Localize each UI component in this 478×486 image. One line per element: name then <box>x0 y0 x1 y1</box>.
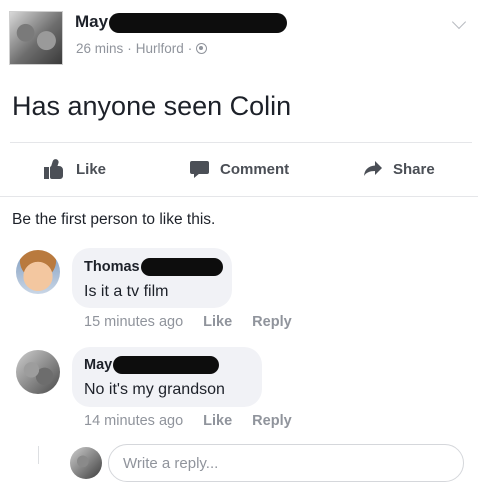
redaction-bar <box>113 356 220 374</box>
comment-avatar-may[interactable] <box>16 350 60 394</box>
post-text: Has anyone seen Colin <box>12 91 292 121</box>
post-author-avatar[interactable] <box>9 11 63 65</box>
comment-reply-link[interactable]: Reply <box>252 314 292 330</box>
post-time[interactable]: 26 mins <box>76 41 123 56</box>
comment-icon <box>190 159 210 179</box>
comment-author-name[interactable]: May <box>84 357 112 373</box>
reply-avatar <box>70 447 102 479</box>
comment-time[interactable]: 14 minutes ago <box>84 413 183 429</box>
share-arrow-icon <box>364 161 382 176</box>
meta-separator: · <box>187 41 193 56</box>
comment-author-row: Thomas <box>84 258 223 276</box>
comment-time[interactable]: 15 minutes ago <box>84 314 183 330</box>
comment-text: No it's my grandson <box>84 381 225 398</box>
comment-label: Comment <box>220 160 290 178</box>
comment-meta: 14 minutes ago Like Reply <box>84 413 292 429</box>
redaction-bar <box>109 13 288 33</box>
likes-summary: Be the first person to like this. <box>12 211 216 228</box>
share-button[interactable]: Share <box>363 156 435 182</box>
comment-reply-link[interactable]: Reply <box>252 413 292 429</box>
like-label: Like <box>76 160 107 178</box>
post-location[interactable]: Hurlford <box>136 41 184 56</box>
comment-author-name[interactable]: Thomas <box>84 259 140 275</box>
meta-separator: · <box>127 41 132 56</box>
divider <box>0 196 478 197</box>
share-label: Share <box>393 160 435 178</box>
reply-thread-line <box>38 446 39 464</box>
post-author-row: May <box>75 10 288 34</box>
thumbs-up-icon <box>44 158 66 179</box>
like-button[interactable]: Like <box>44 156 106 182</box>
globe-icon <box>196 43 208 54</box>
reply-input[interactable] <box>108 444 464 482</box>
comment-meta: 15 minutes ago Like Reply <box>84 314 292 330</box>
comment-author-row: May <box>84 356 220 374</box>
comment-like-link[interactable]: Like <box>203 314 232 330</box>
redaction-bar <box>140 258 223 276</box>
comment-like-link[interactable]: Like <box>203 413 232 429</box>
divider <box>10 142 472 143</box>
comment-button[interactable]: Comment <box>190 156 289 182</box>
chevron-down-icon[interactable] <box>451 14 467 30</box>
post-meta: 26 mins · Hurlford · <box>76 41 208 56</box>
post-author-name[interactable]: May <box>75 12 108 32</box>
comment-avatar-thomas[interactable] <box>16 250 60 294</box>
comment-text: Is it a tv film <box>84 283 169 300</box>
